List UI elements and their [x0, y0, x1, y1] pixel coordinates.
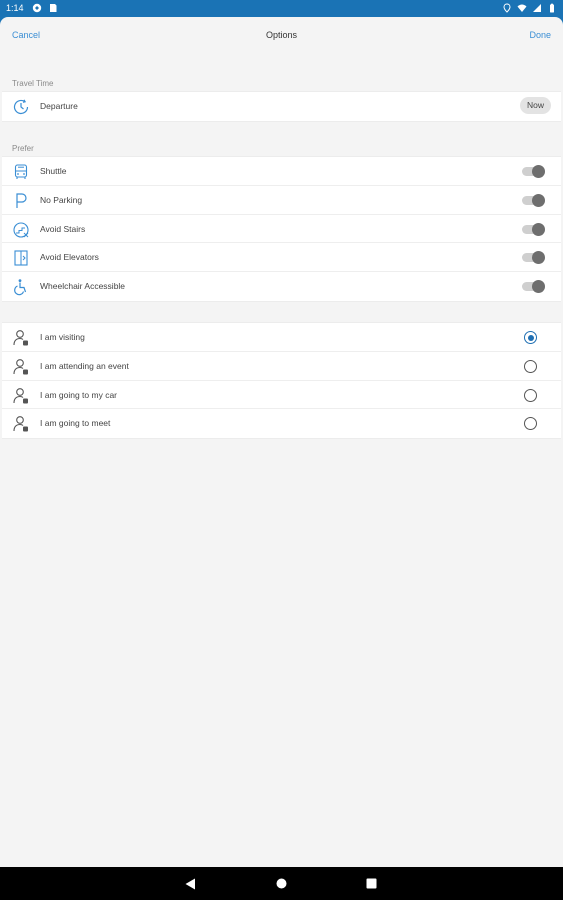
now-button[interactable]: Now	[519, 97, 551, 114]
system-navigation-bar	[0, 867, 563, 900]
prefer-row-shuttle[interactable]: Shuttle	[2, 157, 561, 186]
wheelchair-icon	[14, 279, 27, 296]
purpose-label: I am going to meet	[40, 418, 111, 429]
person-icon	[13, 416, 28, 432]
prefer-row-no-parking[interactable]: No Parking	[2, 186, 561, 215]
prefer-row-avoid-elevators[interactable]: Avoid Elevators	[2, 243, 561, 273]
attending-event-radio[interactable]	[524, 359, 537, 373]
done-button[interactable]: Done	[529, 30, 551, 40]
location-icon	[503, 3, 511, 13]
shuttle-toggle[interactable]	[522, 165, 545, 178]
wifi-icon	[517, 4, 527, 12]
prefer-row-wheelchair[interactable]: Wheelchair Accessible	[2, 272, 561, 301]
purpose-row-going-to-meet[interactable]: I am going to meet	[2, 409, 561, 438]
status-time: 1:14	[6, 3, 24, 13]
signal-icon	[533, 4, 541, 12]
prefer-header: Prefer	[12, 144, 34, 153]
clock-icon	[13, 99, 29, 115]
sd-card-icon	[50, 4, 57, 12]
prefer-row-avoid-stairs[interactable]: Avoid Stairs	[2, 215, 561, 244]
departure-label: Departure	[40, 101, 78, 111]
wheelchair-toggle[interactable]	[522, 280, 545, 294]
avoid-stairs-toggle[interactable]	[522, 222, 545, 236]
avoid-elevators-toggle[interactable]	[522, 251, 545, 265]
purpose-group: I am visiting I am attending an event I …	[2, 322, 561, 440]
prefer-label: No Parking	[40, 194, 83, 205]
prefer-label: Shuttle	[40, 166, 67, 176]
prefer-label: Avoid Stairs	[40, 223, 86, 234]
status-bar: 1:14	[0, 0, 563, 17]
no-parking-toggle[interactable]	[522, 193, 545, 207]
travel-time-group: Departure Now	[2, 91, 561, 122]
shuttle-icon	[14, 164, 28, 179]
person-icon	[13, 330, 28, 346]
avoid-stairs-icon	[13, 222, 29, 238]
departure-row[interactable]: Departure Now	[2, 92, 561, 121]
purpose-row-attending-event[interactable]: I am attending an event	[2, 352, 561, 381]
home-icon[interactable]	[276, 878, 287, 889]
avoid-elevators-icon	[14, 250, 28, 266]
battery-icon	[550, 3, 554, 13]
options-sheet: Cancel Options Done Travel Time Departur…	[0, 17, 563, 867]
going-to-meet-radio[interactable]	[524, 417, 537, 431]
visiting-radio[interactable]	[524, 331, 537, 344]
person-icon	[13, 358, 28, 375]
notification-icon	[32, 3, 42, 13]
person-icon	[13, 387, 28, 404]
no-parking-icon	[16, 193, 27, 208]
going-to-car-radio[interactable]	[524, 388, 537, 402]
purpose-label: I am visiting	[40, 332, 85, 342]
options-navbar: Cancel Options Done	[0, 17, 563, 55]
prefer-group: Shuttle No Parking Avoid Stairs Avoid El…	[2, 156, 561, 302]
travel-time-header: Travel Time	[12, 79, 54, 88]
prefer-label: Wheelchair Accessible	[40, 281, 126, 292]
purpose-row-visiting[interactable]: I am visiting	[2, 323, 561, 352]
recents-icon[interactable]	[366, 878, 377, 889]
prefer-label: Avoid Elevators	[40, 252, 99, 263]
purpose-row-going-to-car[interactable]: I am going to my car	[2, 381, 561, 410]
purpose-label: I am going to my car	[40, 389, 118, 400]
purpose-label: I am attending an event	[40, 360, 129, 371]
back-icon[interactable]	[185, 878, 196, 890]
page-title: Options	[265, 30, 298, 40]
